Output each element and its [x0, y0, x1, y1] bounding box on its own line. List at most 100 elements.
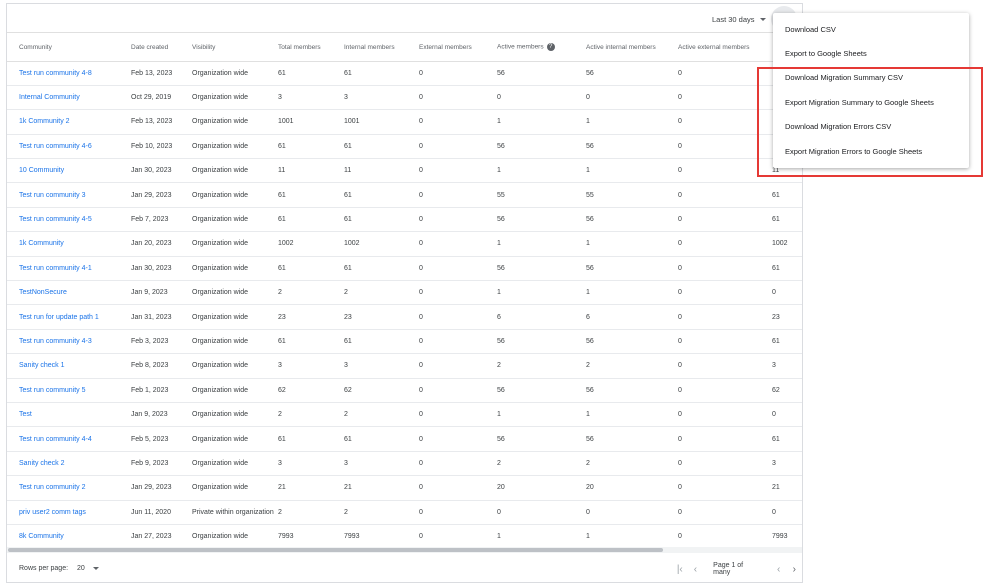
community-link[interactable]: Test run community 4-4 — [7, 426, 131, 452]
rows-per-page-value: 20 — [77, 565, 85, 572]
table-cell: 61 — [344, 426, 419, 452]
table-cell: 0 — [419, 134, 497, 160]
table-cell: Feb 9, 2023 — [131, 451, 192, 477]
column-header[interactable]: Date created — [131, 34, 192, 62]
table-cell: Organization wide — [192, 329, 278, 355]
table-cell: 2 — [344, 402, 419, 428]
table-cell: Organization wide — [192, 475, 278, 501]
table-cell: 61 — [344, 207, 419, 233]
table-cell: 0 — [419, 61, 497, 86]
table-cell: 2 — [278, 280, 344, 306]
chevron-right-icon[interactable]: › — [786, 561, 802, 577]
table-cell: 1 — [586, 402, 678, 428]
horizontal-scrollbar[interactable] — [7, 547, 802, 553]
table-cell: 0 — [419, 353, 497, 379]
table-cell: 0 — [678, 109, 772, 135]
table-cell: 1 — [586, 109, 678, 135]
table-cell: 2 — [278, 402, 344, 428]
table-cell: Feb 13, 2023 — [131, 109, 192, 135]
table-cell: 1 — [497, 158, 586, 184]
menu-item-download-migration-summary[interactable]: Download Migration Summary CSV — [773, 66, 969, 90]
community-link[interactable]: 8k Community — [7, 524, 131, 550]
table-cell: 6 — [497, 304, 586, 330]
table-cell: 1 — [497, 231, 586, 257]
community-link[interactable]: Test run community 4-3 — [7, 329, 131, 355]
table-cell: 0 — [419, 500, 497, 525]
community-link[interactable]: Test run for update path 1 — [7, 304, 131, 330]
column-header[interactable]: Internal members — [344, 34, 419, 62]
menu-item-download-migration-errors[interactable]: Download Migration Errors CSV — [773, 115, 969, 139]
column-header[interactable]: Total members — [278, 34, 344, 62]
community-link[interactable]: Test — [7, 402, 131, 428]
community-link[interactable]: Test run community 3 — [7, 182, 131, 208]
menu-item-export-sheets[interactable]: Export to Google Sheets — [773, 41, 969, 65]
community-link[interactable]: Test run community 2 — [7, 475, 131, 501]
community-link[interactable]: Sanity check 2 — [7, 451, 131, 477]
scrollbar-thumb[interactable] — [8, 548, 663, 552]
community-link[interactable]: Sanity check 1 — [7, 353, 131, 379]
table-cell: Organization wide — [192, 109, 278, 135]
table-row: Sanity check 2 Feb 9, 2023 Organization wi… — [7, 451, 802, 477]
first-page-icon[interactable]: |‹ — [672, 561, 688, 577]
table-cell: Jan 31, 2023 — [131, 304, 192, 330]
rows-per-page-label: Rows per page: — [19, 565, 69, 572]
table-cell: Jan 20, 2023 — [131, 231, 192, 257]
table-cell: 0 — [419, 524, 497, 550]
table-row: 1k Community 2 Feb 13, 2023 Organization w… — [7, 109, 802, 135]
table-cell: 1002 — [772, 231, 802, 257]
menu-item-export-migration-errors[interactable]: Export Migration Errors to Google Sheets — [773, 139, 969, 163]
table-cell: 0 — [678, 329, 772, 355]
table-cell: 0 — [678, 402, 772, 428]
table-row: Sanity check 1 Feb 8, 2023 Organization wi… — [7, 353, 802, 379]
table-cell: 61 — [772, 207, 802, 233]
table-cell: Jan 9, 2023 — [131, 280, 192, 306]
menu-item-download-csv[interactable]: Download CSV — [773, 17, 969, 41]
table-cell: Jan 30, 2023 — [131, 256, 192, 282]
table-cell: 61 — [772, 426, 802, 452]
column-header[interactable]: Active external members — [678, 34, 772, 62]
menu-item-export-migration-summary[interactable]: Export Migration Summary to Google Sheet… — [773, 90, 969, 114]
date-range-select[interactable]: Last 30 days — [712, 12, 766, 26]
table-cell: Feb 13, 2023 — [131, 61, 192, 86]
community-link[interactable]: TestNonSecure — [7, 280, 131, 306]
page-label: Page 1 of many — [713, 562, 744, 576]
table-cell: 3 — [278, 353, 344, 379]
rows-per-page-select[interactable]: 20 — [77, 565, 99, 572]
table-cell: 0 — [678, 500, 772, 525]
community-link[interactable]: Test run community 4-5 — [7, 207, 131, 233]
table-cell: Organization wide — [192, 402, 278, 428]
chevron-left-icon[interactable]: ‹ — [688, 561, 704, 577]
table-cell: Organization wide — [192, 304, 278, 330]
export-menu: Download CSV Export to Google Sheets Dow… — [773, 13, 969, 168]
table-cell: 0 — [419, 207, 497, 233]
community-link[interactable]: priv user2 comm tags — [7, 500, 131, 525]
table-row: Test run for update path 1 Jan 31, 2023 Or… — [7, 304, 802, 330]
community-link[interactable]: 1k Community 2 — [7, 109, 131, 135]
chevron-left-icon-2[interactable]: ‹ — [771, 561, 787, 577]
table-cell: 0 — [678, 256, 772, 282]
community-link[interactable]: Test run community 5 — [7, 378, 131, 403]
column-header-active-members[interactable]: Active members? — [497, 34, 586, 62]
table-cell: Organization wide — [192, 61, 278, 86]
table-cell: 0 — [678, 231, 772, 257]
column-header[interactable]: External members — [419, 34, 497, 62]
community-link[interactable]: Test run community 4-8 — [7, 61, 131, 86]
help-icon[interactable]: ? — [546, 43, 555, 52]
table-cell: 55 — [497, 182, 586, 208]
table-cell: 0 — [419, 451, 497, 477]
column-header[interactable]: Visibility — [192, 34, 278, 62]
table-row: Test run community 4-3 Feb 3, 2023 Organiz… — [7, 329, 802, 355]
community-link[interactable]: Test run community 4-1 — [7, 256, 131, 282]
community-link[interactable]: Internal Community — [7, 85, 131, 111]
table-cell: 56 — [497, 207, 586, 233]
table-cell: 0 — [678, 524, 772, 550]
table-cell: 56 — [497, 134, 586, 160]
table-cell: 1 — [586, 280, 678, 306]
column-header[interactable]: Community — [7, 34, 131, 62]
community-link[interactable]: 10 Community — [7, 158, 131, 184]
table-cell: 0 — [586, 500, 678, 525]
community-link[interactable]: Test run community 4-6 — [7, 134, 131, 160]
column-header[interactable]: Active internal members — [586, 34, 678, 62]
community-link[interactable]: 1k Community — [7, 231, 131, 257]
table-cell: 0 — [419, 378, 497, 403]
